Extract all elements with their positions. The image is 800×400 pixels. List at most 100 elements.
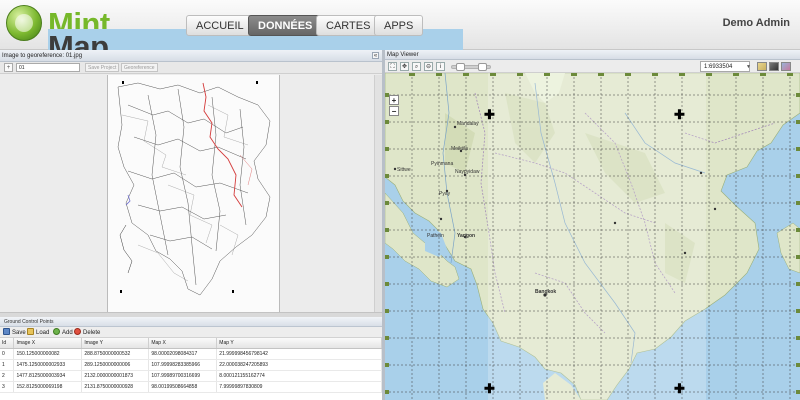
zoom-out-button[interactable]: − — [389, 106, 399, 116]
cell-map-x: 107.99989700316699 — [148, 370, 218, 382]
col-image-y[interactable]: Image Y — [81, 338, 150, 349]
georeference-toolbar: + Save Project Georeference — [0, 62, 382, 74]
slider-handle-right[interactable] — [478, 63, 487, 71]
gcp-add-label: Add — [62, 330, 73, 336]
collapse-panel-button[interactable]: « — [372, 52, 379, 59]
layer-osm-icon[interactable] — [757, 62, 767, 71]
mapmint-logo-icon — [6, 5, 42, 41]
delete-icon — [74, 328, 81, 335]
cell-image-y: 2132.0000000001873 — [81, 370, 150, 382]
map-viewer-toolbar: ⛶ ✥ ⌕ ⊖ i 1:6933504 ▼ — [385, 60, 800, 73]
folder-icon — [27, 328, 34, 335]
gcp-panel-title: Ground Control Points — [0, 317, 382, 327]
basemap — [385, 73, 800, 400]
cell-map-x: 98.00199508664858 — [148, 381, 218, 393]
gcp-marker-3-icon[interactable]: ✚ — [484, 382, 495, 395]
map-label-pathein: Pathein — [427, 233, 444, 239]
zoom-in-button[interactable]: + — [389, 95, 399, 105]
nav-accueil[interactable]: ACCUEIL — [186, 15, 254, 36]
gcp-save-button[interactable]: Save — [3, 328, 26, 337]
georeference-panel: Image to georeference: 01.jpg « + Save P… — [0, 50, 382, 400]
cell-id: 0 — [0, 348, 15, 360]
cell-id: 1 — [0, 359, 15, 371]
map-label-naypyidaw: Naypyidaw — [455, 169, 480, 175]
zoom-extent-icon[interactable]: ⛶ — [388, 62, 397, 71]
nav-cartes[interactable]: CARTES — [316, 15, 381, 36]
gcp-marker-0-icon[interactable]: ✚ — [484, 108, 495, 121]
zoom-slider[interactable] — [451, 63, 491, 71]
project-name-input[interactable] — [16, 63, 80, 72]
gcp-header-row: Id Image X Image Y Map X Map Y — [0, 338, 382, 349]
col-id[interactable]: Id — [0, 338, 15, 349]
gcp-save-label: Save — [12, 330, 26, 336]
map-label-bangkok: Bangkok — [535, 289, 557, 295]
map-viewer-title: Map Viewer — [385, 50, 800, 60]
gcp-toolbar: Save Load Add Delete — [0, 327, 382, 338]
table-row[interactable]: 1 1475.1250000002933 289.1250000000006 1… — [0, 359, 382, 371]
map-label-mandalay: Mandalay — [457, 121, 479, 127]
scan-scrollbar-vertical[interactable] — [374, 75, 382, 312]
pan-icon[interactable]: ✥ — [400, 62, 409, 71]
layer-satellite-icon[interactable] — [769, 62, 779, 71]
layer-hybrid-icon[interactable] — [781, 62, 791, 71]
map-viewer-panel: Map Viewer ⛶ ✥ ⌕ ⊖ i 1:6933504 ▼ Mandala… — [385, 50, 800, 400]
top-header: Map Mint ACCUEIL DONNÉES CARTES APPS Demo… — [0, 0, 800, 356]
map-label-meiktila: Meiktila — [451, 146, 468, 152]
col-map-x[interactable]: Map X — [148, 338, 218, 349]
map-label-sittwe: Sittwe — [397, 167, 411, 173]
gcp-empty-area — [0, 393, 382, 400]
georeference-title: Image to georeference: 01.jpg — [2, 53, 83, 59]
save-project-button[interactable]: Save Project — [85, 63, 120, 72]
nav-donnees[interactable]: DONNÉES — [248, 15, 323, 36]
map-label-pyay: Pyay — [439, 191, 451, 197]
gcp-load-button[interactable]: Load — [27, 328, 49, 337]
gcp-table: Id Image X Image Y Map X Map Y 0 150.125… — [0, 338, 382, 393]
scanned-map-drawing — [108, 75, 279, 312]
cell-map-y: 8.000121155162774 — [216, 370, 382, 382]
cell-map-x: 98.00002098084317 — [148, 348, 218, 360]
brand-name: Map Mint — [48, 6, 463, 356]
zoom-out-tool-icon[interactable]: ⊖ — [424, 62, 433, 71]
table-row[interactable]: 3 152.8125000069198 2131.8750000000928 9… — [0, 381, 382, 393]
gcp-marker-1-icon[interactable]: ✚ — [674, 108, 685, 121]
table-row[interactable]: 0 150.125000000082 288.8750000000532 98.… — [0, 348, 382, 360]
mapmint-app: Map Mint ACCUEIL DONNÉES CARTES APPS Demo… — [0, 0, 800, 400]
map-label-yangon: Yangon — [457, 233, 476, 239]
cell-image-x: 150.125000000082 — [13, 348, 83, 360]
cell-id: 2 — [0, 370, 15, 382]
table-row[interactable]: 2 1477.8125000003934 2132.0000000001873 … — [0, 370, 382, 382]
cell-image-x: 1475.1250000002933 — [13, 359, 83, 371]
add-file-icon[interactable]: + — [4, 63, 13, 72]
cell-id: 3 — [0, 381, 15, 393]
user-name[interactable]: Demo Admin — [723, 17, 790, 29]
gcp-delete-label: Delete — [83, 330, 101, 336]
chevron-down-icon[interactable]: ▼ — [746, 64, 751, 70]
col-image-x[interactable]: Image X — [13, 338, 83, 349]
gcp-add-button[interactable]: Add — [53, 328, 73, 337]
cell-image-y: 288.8750000000532 — [81, 348, 150, 360]
cell-image-x: 1477.8125000003934 — [13, 370, 83, 382]
map-canvas[interactable]: Mandalay Meiktila Naypyidaw Pyinmana Pya… — [385, 73, 800, 400]
zoom-box-icon[interactable]: ⌕ — [412, 62, 421, 71]
cell-image-x: 152.8125000069198 — [13, 381, 83, 393]
gcp-delete-button[interactable]: Delete — [74, 328, 100, 337]
cell-map-x: 107.99998283385966 — [148, 359, 218, 371]
col-map-y[interactable]: Map Y — [216, 338, 382, 349]
cell-map-y: 21.999998456798142 — [216, 348, 382, 360]
georeference-panel-title: Image to georeference: 01.jpg « — [0, 50, 382, 62]
nav-apps[interactable]: APPS — [374, 15, 424, 36]
save-icon — [3, 328, 10, 335]
georeference-button[interactable]: Georeference — [121, 63, 158, 72]
gcp-load-label: Load — [36, 330, 50, 336]
scale-select[interactable]: 1:6933504 — [700, 61, 750, 72]
map-label-pyinmana: Pyinmana — [431, 161, 454, 167]
cell-map-y: 22.000038247205893 — [216, 359, 382, 371]
cell-map-y: 7.99999897830809 — [216, 381, 382, 393]
slider-handle-left[interactable] — [456, 63, 465, 71]
scanned-map-image — [107, 75, 280, 312]
info-icon[interactable]: i — [436, 62, 445, 71]
add-icon — [53, 328, 60, 335]
gcp-marker-2-icon[interactable]: ✚ — [674, 382, 685, 395]
cell-image-y: 289.1250000000006 — [81, 359, 150, 371]
scan-viewport[interactable] — [0, 75, 382, 312]
